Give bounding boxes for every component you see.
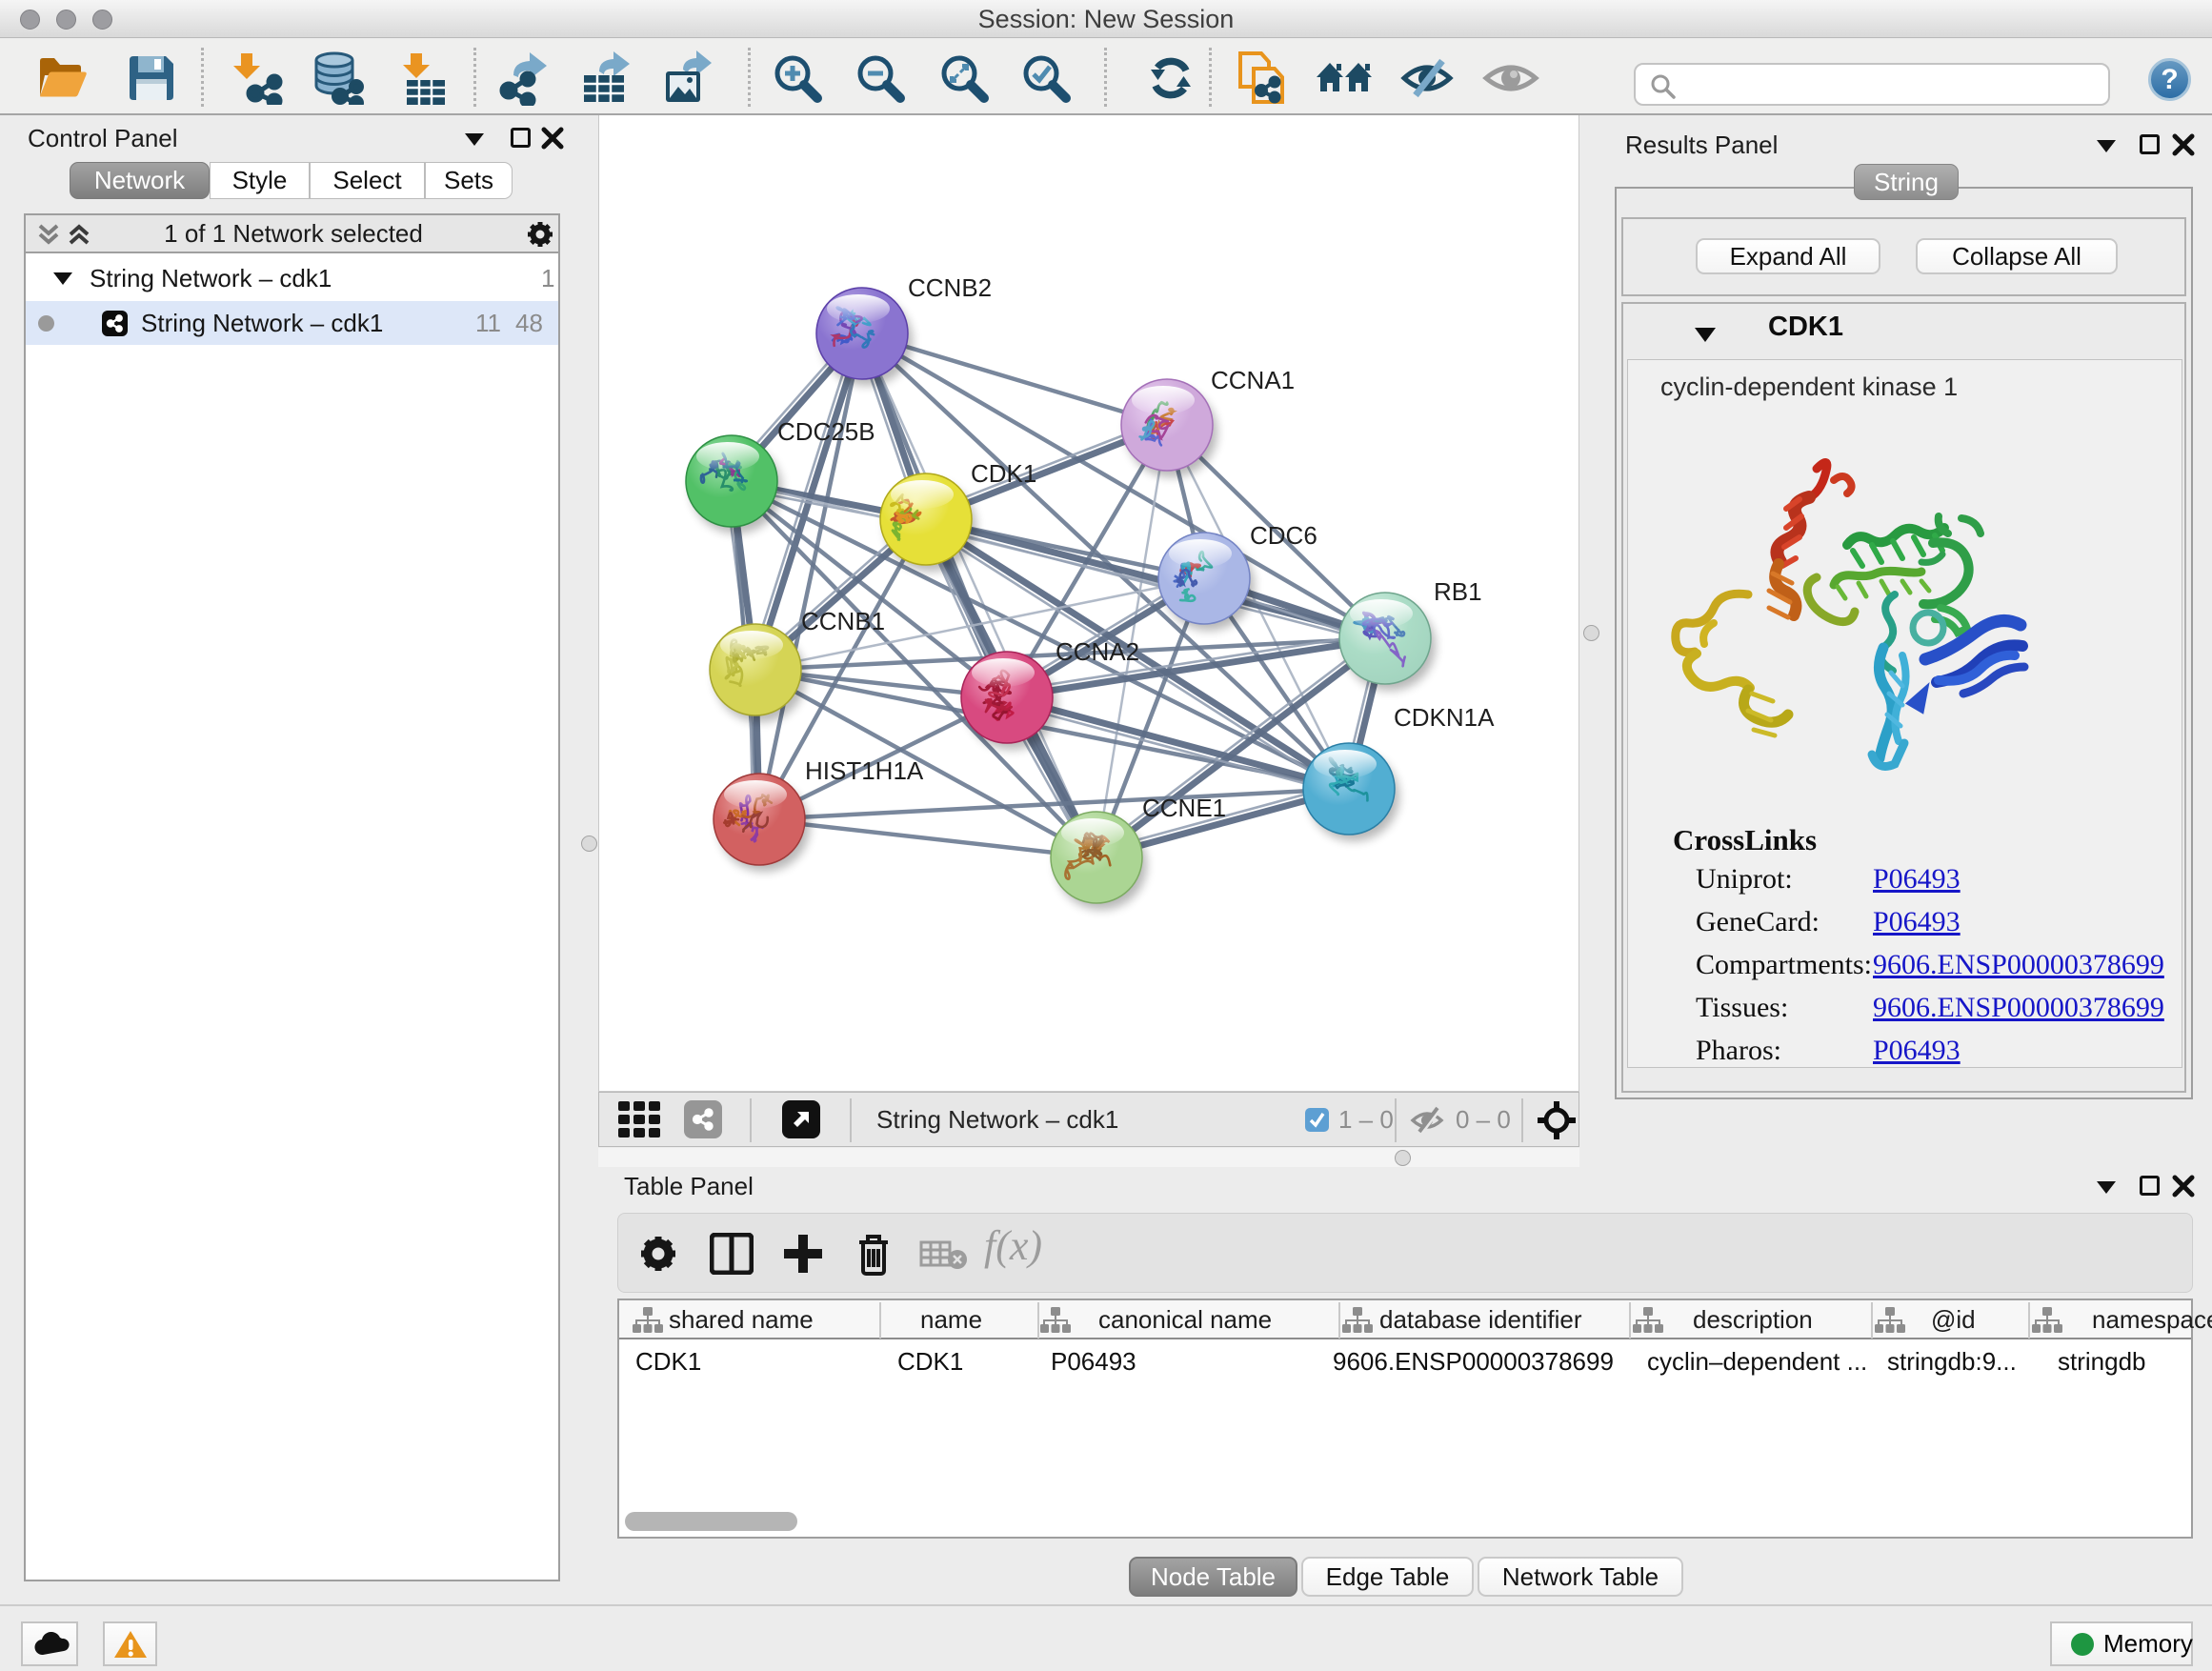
svg-text:CCNB1: CCNB1 — [801, 607, 885, 635]
svg-text:CDKN1A: CDKN1A — [1394, 703, 1495, 732]
svg-text:CCNA2: CCNA2 — [1056, 637, 1139, 666]
svg-text:CDC6: CDC6 — [1250, 521, 1317, 550]
svg-text:CDC25B: CDC25B — [777, 417, 875, 446]
svg-text:CCNA1: CCNA1 — [1211, 366, 1295, 394]
svg-text:CCNE1: CCNE1 — [1142, 794, 1226, 822]
svg-text:RB1: RB1 — [1434, 577, 1482, 606]
svg-text:CCNB2: CCNB2 — [908, 273, 992, 302]
svg-text:CDK1: CDK1 — [971, 459, 1036, 488]
svg-text:HIST1H1A: HIST1H1A — [805, 756, 924, 785]
